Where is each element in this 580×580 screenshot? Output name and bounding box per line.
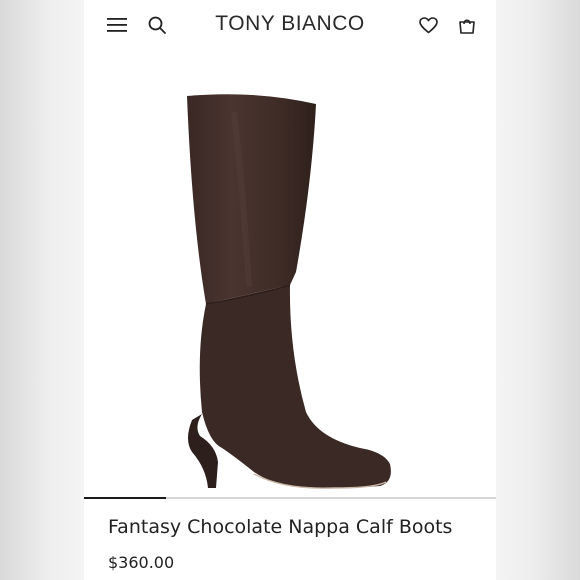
image-carousel-progress xyxy=(84,497,496,499)
heart-icon[interactable] xyxy=(417,14,439,36)
shopping-bag-icon[interactable] xyxy=(456,14,478,36)
product-price: $360.00 xyxy=(108,553,175,572)
product-title: Fantasy Chocolate Nappa Calf Boots xyxy=(108,516,453,538)
progress-indicator xyxy=(84,497,167,499)
product-page: TONY BIANCO Fantasy Chocolate Nappa Calf… xyxy=(84,0,496,580)
boot-image xyxy=(187,94,391,489)
product-image[interactable] xyxy=(84,52,496,496)
site-header: TONY BIANCO xyxy=(84,0,496,50)
